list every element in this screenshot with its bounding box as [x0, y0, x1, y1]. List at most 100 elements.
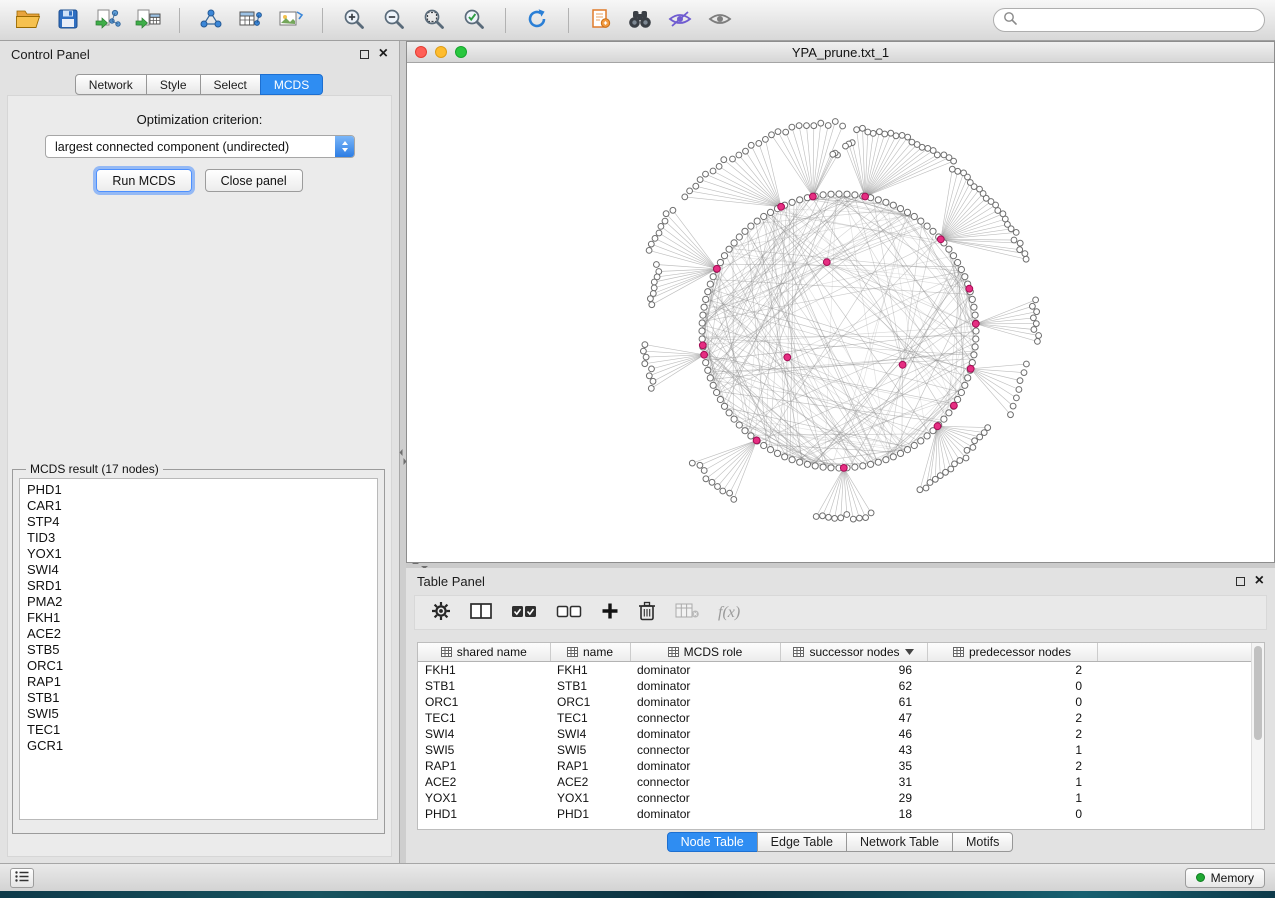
network-node[interactable]: [1013, 230, 1019, 236]
table-row[interactable]: SWI5SWI5connector431: [418, 742, 1252, 758]
network-node[interactable]: [789, 124, 795, 130]
network-node[interactable]: [971, 304, 977, 310]
network-node[interactable]: [973, 336, 979, 342]
mcds-result-item[interactable]: TID3: [27, 530, 370, 546]
network-node[interactable]: [1016, 387, 1022, 393]
network-node[interactable]: [918, 438, 924, 444]
network-node[interactable]: [937, 473, 943, 479]
import-table-button[interactable]: [130, 5, 166, 36]
network-node[interactable]: [958, 266, 964, 272]
network-node[interactable]: [883, 457, 889, 463]
mcds-result-item[interactable]: GCR1: [27, 738, 370, 754]
network-node[interactable]: [1030, 303, 1036, 309]
tab-style[interactable]: Style: [146, 74, 201, 95]
select-all-button[interactable]: [511, 600, 537, 626]
network-node[interactable]: [1011, 237, 1017, 243]
network-node[interactable]: [924, 433, 930, 439]
network-node[interactable]: [909, 139, 915, 145]
network-node[interactable]: [797, 459, 803, 465]
network-node[interactable]: [950, 253, 956, 259]
cell-predecessor-nodes[interactable]: 0: [927, 694, 1097, 710]
network-node[interactable]: [890, 454, 896, 460]
network-node[interactable]: [958, 389, 964, 395]
network-node[interactable]: [648, 296, 654, 302]
search-input[interactable]: [1023, 13, 1255, 27]
network-node-dominator[interactable]: [934, 423, 941, 430]
cell-predecessor-nodes[interactable]: 2: [927, 726, 1097, 742]
network-node[interactable]: [844, 512, 850, 518]
cell-shared-name[interactable]: FKH1: [418, 661, 550, 678]
cell-filler[interactable]: [1097, 774, 1252, 790]
network-node[interactable]: [646, 248, 652, 254]
network-node[interactable]: [703, 476, 709, 482]
network-node[interactable]: [917, 487, 923, 493]
mcds-result-item[interactable]: SWI5: [27, 706, 370, 722]
network-node[interactable]: [932, 476, 938, 482]
network-node[interactable]: [642, 361, 648, 367]
find-button[interactable]: [622, 5, 658, 36]
network-node[interactable]: [870, 131, 876, 137]
network-node[interactable]: [693, 183, 699, 189]
add-row-button[interactable]: [601, 600, 619, 626]
table-row[interactable]: SWI4SWI4dominator462: [418, 726, 1252, 742]
network-node[interactable]: [687, 188, 693, 194]
network-node[interactable]: [742, 428, 748, 434]
network-node[interactable]: [699, 336, 705, 342]
network-node[interactable]: [877, 129, 883, 135]
network-node[interactable]: [844, 191, 850, 197]
minimize-window-icon[interactable]: [435, 46, 447, 58]
deselect-all-button[interactable]: [556, 600, 582, 626]
maximize-window-icon[interactable]: [455, 46, 467, 58]
network-node[interactable]: [868, 461, 874, 467]
export-web-button[interactable]: [582, 5, 618, 36]
network-node[interactable]: [946, 246, 952, 252]
column-header-successor-nodes[interactable]: successor nodes: [780, 643, 927, 661]
cell-successor-nodes[interactable]: 62: [780, 678, 927, 694]
network-node[interactable]: [832, 119, 838, 125]
cell-mcds-role[interactable]: dominator: [630, 694, 780, 710]
network-node[interactable]: [707, 281, 713, 287]
network-node[interactable]: [925, 146, 931, 152]
network-node[interactable]: [689, 460, 695, 466]
network-node-dominator[interactable]: [972, 320, 979, 327]
tab-edge-table[interactable]: Edge Table: [757, 832, 847, 852]
network-node[interactable]: [763, 137, 769, 143]
open-session-button[interactable]: [10, 5, 46, 36]
network-node[interactable]: [820, 192, 826, 198]
network-node[interactable]: [756, 141, 762, 147]
status-menu-button[interactable]: [10, 868, 34, 888]
cell-mcds-role[interactable]: connector: [630, 710, 780, 726]
mcds-result-item[interactable]: CAR1: [27, 498, 370, 514]
network-node-dominator[interactable]: [784, 354, 791, 361]
network-node[interactable]: [1031, 327, 1037, 333]
network-node[interactable]: [730, 156, 736, 162]
network-node[interactable]: [918, 218, 924, 224]
network-node[interactable]: [754, 218, 760, 224]
network-node[interactable]: [941, 152, 947, 158]
network-node[interactable]: [875, 459, 881, 465]
zoom-fit-button[interactable]: [416, 5, 452, 36]
network-node[interactable]: [727, 490, 733, 496]
export-image-button[interactable]: [273, 5, 309, 36]
network-node[interactable]: [1033, 297, 1039, 303]
network-node[interactable]: [1031, 315, 1037, 321]
network-node[interactable]: [899, 133, 905, 139]
network-node[interactable]: [995, 208, 1001, 214]
network-node[interactable]: [701, 468, 707, 474]
cell-name[interactable]: ACE2: [550, 774, 630, 790]
table-scrollbar[interactable]: [1251, 643, 1264, 829]
network-node[interactable]: [868, 510, 874, 516]
network-node[interactable]: [852, 192, 858, 198]
cell-name[interactable]: ORC1: [550, 694, 630, 710]
network-node[interactable]: [927, 480, 933, 486]
cell-mcds-role[interactable]: connector: [630, 742, 780, 758]
network-node[interactable]: [863, 515, 869, 521]
network-node[interactable]: [774, 450, 780, 456]
network-node-dominator[interactable]: [966, 285, 973, 292]
network-node[interactable]: [648, 386, 654, 392]
network-node-dominator[interactable]: [862, 193, 869, 200]
network-node[interactable]: [818, 120, 824, 126]
cell-successor-nodes[interactable]: 35: [780, 758, 927, 774]
mcds-result-item[interactable]: STB1: [27, 690, 370, 706]
network-node[interactable]: [828, 191, 834, 197]
